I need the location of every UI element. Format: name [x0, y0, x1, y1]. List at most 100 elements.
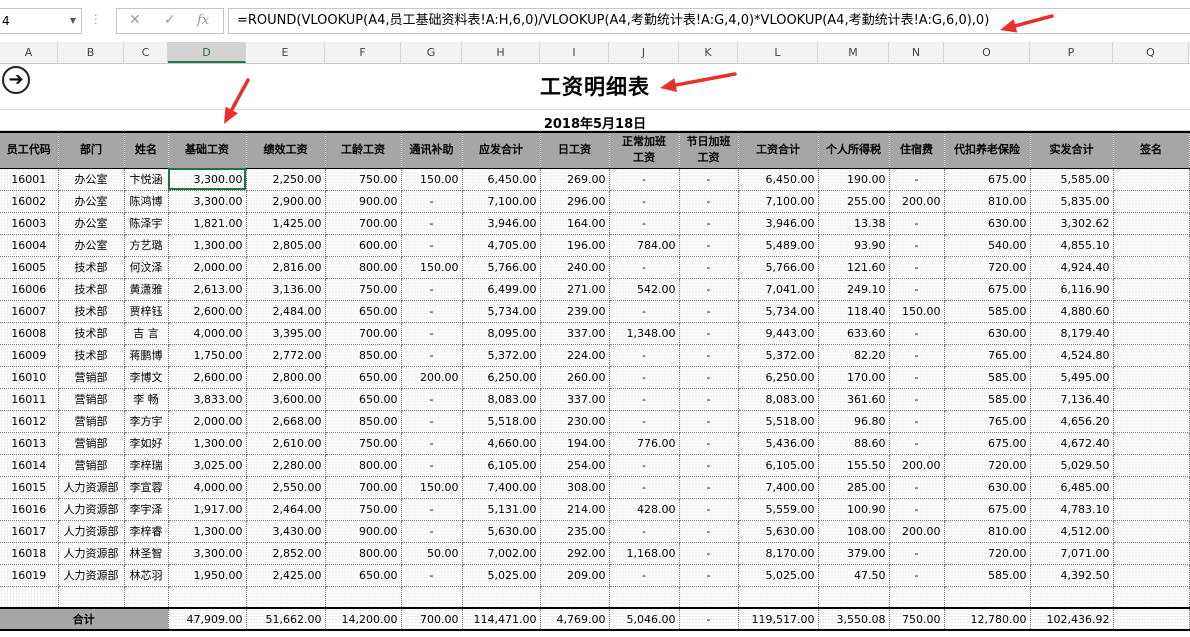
cell[interactable]: 630.00	[944, 212, 1031, 235]
cell[interactable]: 4,656.20	[1030, 410, 1114, 433]
cell[interactable]	[1113, 432, 1190, 455]
cell[interactable]: -	[889, 256, 945, 279]
cell[interactable]	[1113, 278, 1190, 301]
column-header-n[interactable]: N	[889, 42, 944, 63]
cell[interactable]: -	[609, 410, 680, 433]
cell[interactable]: 卞悦涵	[124, 168, 169, 191]
cell[interactable]: -	[401, 190, 463, 213]
cell[interactable]: 750.00	[325, 498, 402, 521]
cell[interactable]: 3,430.00	[246, 520, 326, 543]
cell[interactable]: 何汶泽	[124, 256, 169, 279]
cell[interactable]: -	[679, 542, 739, 565]
cell[interactable]: 7,100.00	[738, 190, 819, 213]
cell[interactable]: 1,917.00	[168, 498, 247, 521]
cell[interactable]: 630.00	[944, 322, 1031, 345]
cell[interactable]: 2,250.00	[246, 168, 326, 191]
cell[interactable]: 308.00	[540, 476, 610, 499]
cell[interactable]: 209.00	[540, 564, 610, 587]
cell[interactable]: 人力资源部	[58, 542, 125, 565]
cell[interactable]: 李博文	[124, 366, 169, 389]
cell[interactable]: -	[679, 564, 739, 587]
cell[interactable]	[1113, 300, 1190, 323]
cell[interactable]: 6,105.00	[462, 454, 541, 477]
cell[interactable]: 营销部	[58, 410, 125, 433]
cell[interactable]: -	[679, 300, 739, 323]
cell[interactable]: 5,734.00	[738, 300, 819, 323]
cell[interactable]: 2,800.00	[246, 366, 326, 389]
cell[interactable]: 人力资源部	[58, 520, 125, 543]
cell[interactable]: 4,000.00	[168, 476, 247, 499]
cell[interactable]: 6,116.90	[1030, 278, 1114, 301]
cell[interactable]: 5,436.00	[738, 432, 819, 455]
cell[interactable]: -	[679, 322, 739, 345]
cell[interactable]: -	[609, 344, 680, 367]
cell[interactable]: 200.00	[889, 520, 945, 543]
cell[interactable]: 人力资源部	[58, 564, 125, 587]
cell[interactable]: 李方宇	[124, 410, 169, 433]
cell[interactable]: -	[679, 476, 739, 499]
cell[interactable]: -	[889, 366, 945, 389]
cell[interactable]: 16017	[0, 520, 59, 543]
cell[interactable]: 150.00	[889, 300, 945, 323]
cell[interactable]: 2,000.00	[168, 410, 247, 433]
column-header-j[interactable]: J	[609, 42, 679, 63]
cell[interactable]: 5,766.00	[738, 256, 819, 279]
cell[interactable]: -	[609, 256, 680, 279]
cell[interactable]: -	[889, 498, 945, 521]
cell[interactable]	[1113, 212, 1190, 235]
cell[interactable]: 7,136.40	[1030, 388, 1114, 411]
cell[interactable]: 650.00	[325, 388, 402, 411]
cell[interactable]: 196.00	[540, 234, 610, 257]
cell[interactable]	[1113, 234, 1190, 257]
cell[interactable]: 1,750.00	[168, 344, 247, 367]
cell[interactable]: 16010	[0, 366, 59, 389]
cell[interactable]: 239.00	[540, 300, 610, 323]
cell[interactable]: 150.00	[401, 256, 463, 279]
total-cell[interactable]: 700.00	[401, 607, 463, 631]
cell[interactable]: 13.38	[818, 212, 890, 235]
cell[interactable]: 5,372.00	[462, 344, 541, 367]
cell[interactable]: 8,095.00	[462, 322, 541, 345]
cell[interactable]: -	[889, 344, 945, 367]
cell[interactable]: 1,300.00	[168, 234, 247, 257]
cell[interactable]: 5,495.00	[1030, 366, 1114, 389]
cell[interactable]: 7,100.00	[462, 190, 541, 213]
cell[interactable]: -	[889, 410, 945, 433]
cell[interactable]: -	[401, 520, 463, 543]
cell[interactable]: 249.10	[818, 278, 890, 301]
cell[interactable]: 5,025.00	[738, 564, 819, 587]
cell[interactable]: 4,660.00	[462, 432, 541, 455]
cell[interactable]	[1113, 388, 1190, 411]
cell[interactable]: -	[679, 388, 739, 411]
cell[interactable]: 陈鸿博	[124, 190, 169, 213]
cell[interactable]: -	[679, 190, 739, 213]
cell[interactable]: 5,630.00	[738, 520, 819, 543]
cell[interactable]: 200.00	[889, 190, 945, 213]
cell[interactable]: -	[609, 454, 680, 477]
cell[interactable]	[246, 586, 326, 609]
column-header-o[interactable]: O	[944, 42, 1030, 63]
cell[interactable]: -	[609, 476, 680, 499]
cell[interactable]: 16014	[0, 454, 59, 477]
cell[interactable]: 李宣蓉	[124, 476, 169, 499]
cell[interactable]	[738, 586, 819, 609]
cell[interactable]: 办公室	[58, 168, 125, 191]
cell[interactable]: 营销部	[58, 454, 125, 477]
cell[interactable]: -	[679, 366, 739, 389]
cancel-icon[interactable]: ✕	[129, 12, 141, 28]
cell[interactable]: 2,668.00	[246, 410, 326, 433]
cell[interactable]: 2,464.00	[246, 498, 326, 521]
cell[interactable]: 750.00	[325, 432, 402, 455]
cell[interactable]: -	[679, 432, 739, 455]
cell[interactable]: 3,395.00	[246, 322, 326, 345]
enter-icon[interactable]: ✓	[164, 12, 176, 28]
cell[interactable]: 296.00	[540, 190, 610, 213]
cell[interactable]: 16016	[0, 498, 59, 521]
cell[interactable]: 8,170.00	[738, 542, 819, 565]
cell[interactable]: 2,550.00	[246, 476, 326, 499]
cell[interactable]: 16007	[0, 300, 59, 323]
cell[interactable]: 4,392.50	[1030, 564, 1114, 587]
cell[interactable]: 1,300.00	[168, 520, 247, 543]
cell[interactable]: -	[401, 432, 463, 455]
cell[interactable]	[679, 586, 739, 609]
